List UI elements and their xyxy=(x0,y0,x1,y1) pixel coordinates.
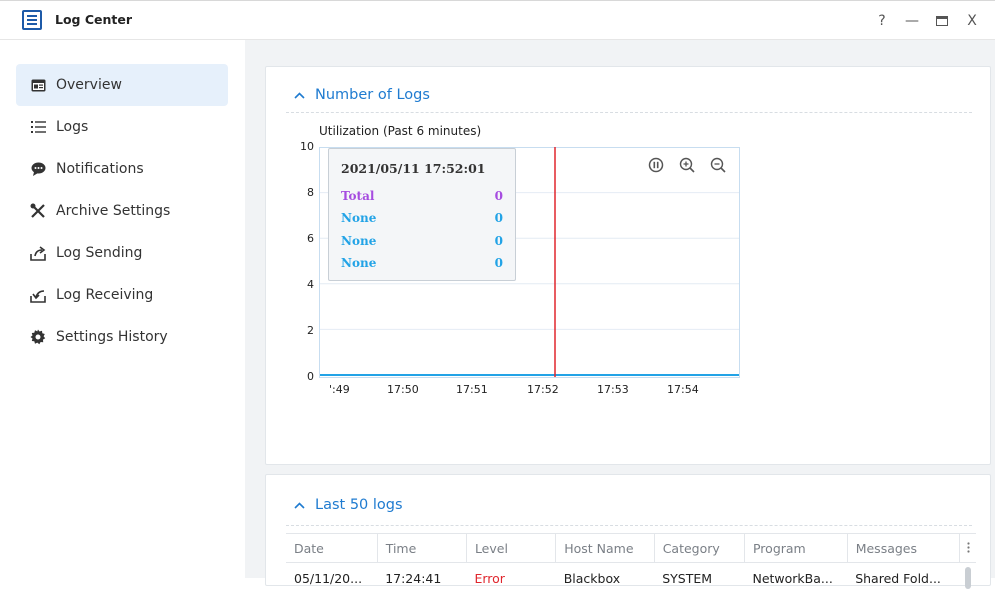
sidebar: Overview Logs Notifications Archive Sett… xyxy=(0,40,245,578)
sidebar-item-label: Archive Settings xyxy=(56,203,170,219)
column-header-date[interactable]: Date xyxy=(286,534,377,563)
maximize-button[interactable] xyxy=(927,9,957,33)
column-header-messages[interactable]: Messages xyxy=(847,534,960,563)
sidebar-item-overview[interactable]: Overview xyxy=(16,64,228,106)
list-icon xyxy=(30,119,46,135)
tooltip-row-value: 0 xyxy=(495,234,503,248)
tooltip-row-value: 0 xyxy=(495,189,503,203)
chart-title: Utilization (Past 6 minutes) xyxy=(319,124,481,138)
pause-circle-icon xyxy=(648,157,664,173)
tooltip-row: None 0 xyxy=(341,211,503,225)
sidebar-item-label: Overview xyxy=(56,77,122,93)
column-header-program[interactable]: Program xyxy=(744,534,847,563)
section-title: Last 50 logs xyxy=(315,497,403,513)
number-of-logs-header[interactable]: Number of Logs xyxy=(294,87,430,103)
sidebar-item-label: Notifications xyxy=(56,161,144,177)
log-center-app-icon xyxy=(22,10,42,30)
sidebar-item-label: Logs xyxy=(56,119,88,135)
sidebar-item-log-sending[interactable]: Log Sending xyxy=(16,232,228,274)
number-of-logs-panel: Number of Logs Utilization (Past 6 minut… xyxy=(265,66,991,465)
window-titlebar: Log Center ? — X xyxy=(0,0,995,40)
y-tick-label: 4 xyxy=(294,278,314,291)
column-header-host-name[interactable]: Host Name xyxy=(556,534,654,563)
tooltip-row-name: None xyxy=(341,256,376,270)
x-tick-label: 17:52 xyxy=(527,383,559,396)
tooltip-row-name: Total xyxy=(341,189,374,203)
gear-icon xyxy=(30,329,46,345)
zoom-out-icon xyxy=(710,157,726,173)
sidebar-item-archive-settings[interactable]: Archive Settings xyxy=(16,190,228,232)
chevron-up-icon xyxy=(294,497,305,513)
sidebar-item-log-receiving[interactable]: Log Receiving xyxy=(16,274,228,316)
scrollbar-thumb[interactable] xyxy=(965,567,971,589)
last-logs-panel: Last 50 logs Date Time Level Host Name C… xyxy=(265,474,991,586)
column-header-category[interactable]: Category xyxy=(654,534,744,563)
chart-tooltip: 2021/05/11 17:52:01 Total 0 None 0 None … xyxy=(328,148,516,281)
last-logs-header[interactable]: Last 50 logs xyxy=(294,497,403,513)
column-header-time[interactable]: Time xyxy=(377,534,466,563)
tooltip-row-name: None xyxy=(341,211,376,225)
main-content: Number of Logs Utilization (Past 6 minut… xyxy=(245,40,995,578)
section-title: Number of Logs xyxy=(315,87,430,103)
y-tick-label: 2 xyxy=(294,324,314,337)
y-tick-label: 10 xyxy=(294,140,314,153)
share-in-icon xyxy=(30,287,46,303)
column-header-level[interactable]: Level xyxy=(466,534,555,563)
help-button[interactable]: ? xyxy=(867,9,897,33)
section-divider xyxy=(286,112,972,113)
zoom-in-button[interactable] xyxy=(679,157,695,177)
y-tick-label: 6 xyxy=(294,232,314,245)
y-tick-label: 8 xyxy=(294,186,314,199)
minimize-button[interactable]: — xyxy=(897,9,927,33)
window-title: Log Center xyxy=(55,12,132,27)
x-tick-label: 17:50 xyxy=(387,383,419,396)
chat-bubble-icon xyxy=(30,161,46,177)
pause-button[interactable] xyxy=(648,157,664,177)
zoom-in-icon xyxy=(679,157,695,173)
tools-icon xyxy=(30,203,46,219)
table-header-row: Date Time Level Host Name Category Progr… xyxy=(286,534,976,563)
overview-icon xyxy=(30,77,46,93)
share-out-icon xyxy=(30,245,46,261)
sidebar-item-notifications[interactable]: Notifications xyxy=(16,148,228,190)
sidebar-item-label: Log Receiving xyxy=(56,287,153,303)
close-button[interactable]: X xyxy=(957,9,987,33)
sidebar-item-label: Settings History xyxy=(56,329,168,345)
logs-table: Date Time Level Host Name Category Progr… xyxy=(286,533,976,593)
tooltip-time: 2021/05/11 17:52:01 xyxy=(341,161,485,176)
tooltip-row-total: Total 0 xyxy=(341,189,503,203)
x-tick-label: 17:53 xyxy=(597,383,629,396)
column-menu-button[interactable] xyxy=(960,534,976,563)
chevron-up-icon xyxy=(294,87,305,103)
tooltip-row: None 0 xyxy=(341,256,503,270)
tooltip-row: None 0 xyxy=(341,234,503,248)
maximize-icon xyxy=(936,16,948,26)
sidebar-item-label: Log Sending xyxy=(56,245,142,261)
y-tick-label: 0 xyxy=(294,370,314,383)
sidebar-item-logs[interactable]: Logs xyxy=(16,106,228,148)
tooltip-row-name: None xyxy=(341,234,376,248)
section-divider xyxy=(286,525,972,526)
tooltip-row-value: 0 xyxy=(495,256,503,270)
zoom-out-button[interactable] xyxy=(710,157,726,177)
x-tick-label: ':49 xyxy=(329,383,350,396)
more-vertical-icon xyxy=(967,542,970,553)
sidebar-item-settings-history[interactable]: Settings History xyxy=(16,316,228,358)
x-tick-label: 17:51 xyxy=(456,383,488,396)
x-tick-label: 17:54 xyxy=(667,383,699,396)
tooltip-row-value: 0 xyxy=(495,211,503,225)
